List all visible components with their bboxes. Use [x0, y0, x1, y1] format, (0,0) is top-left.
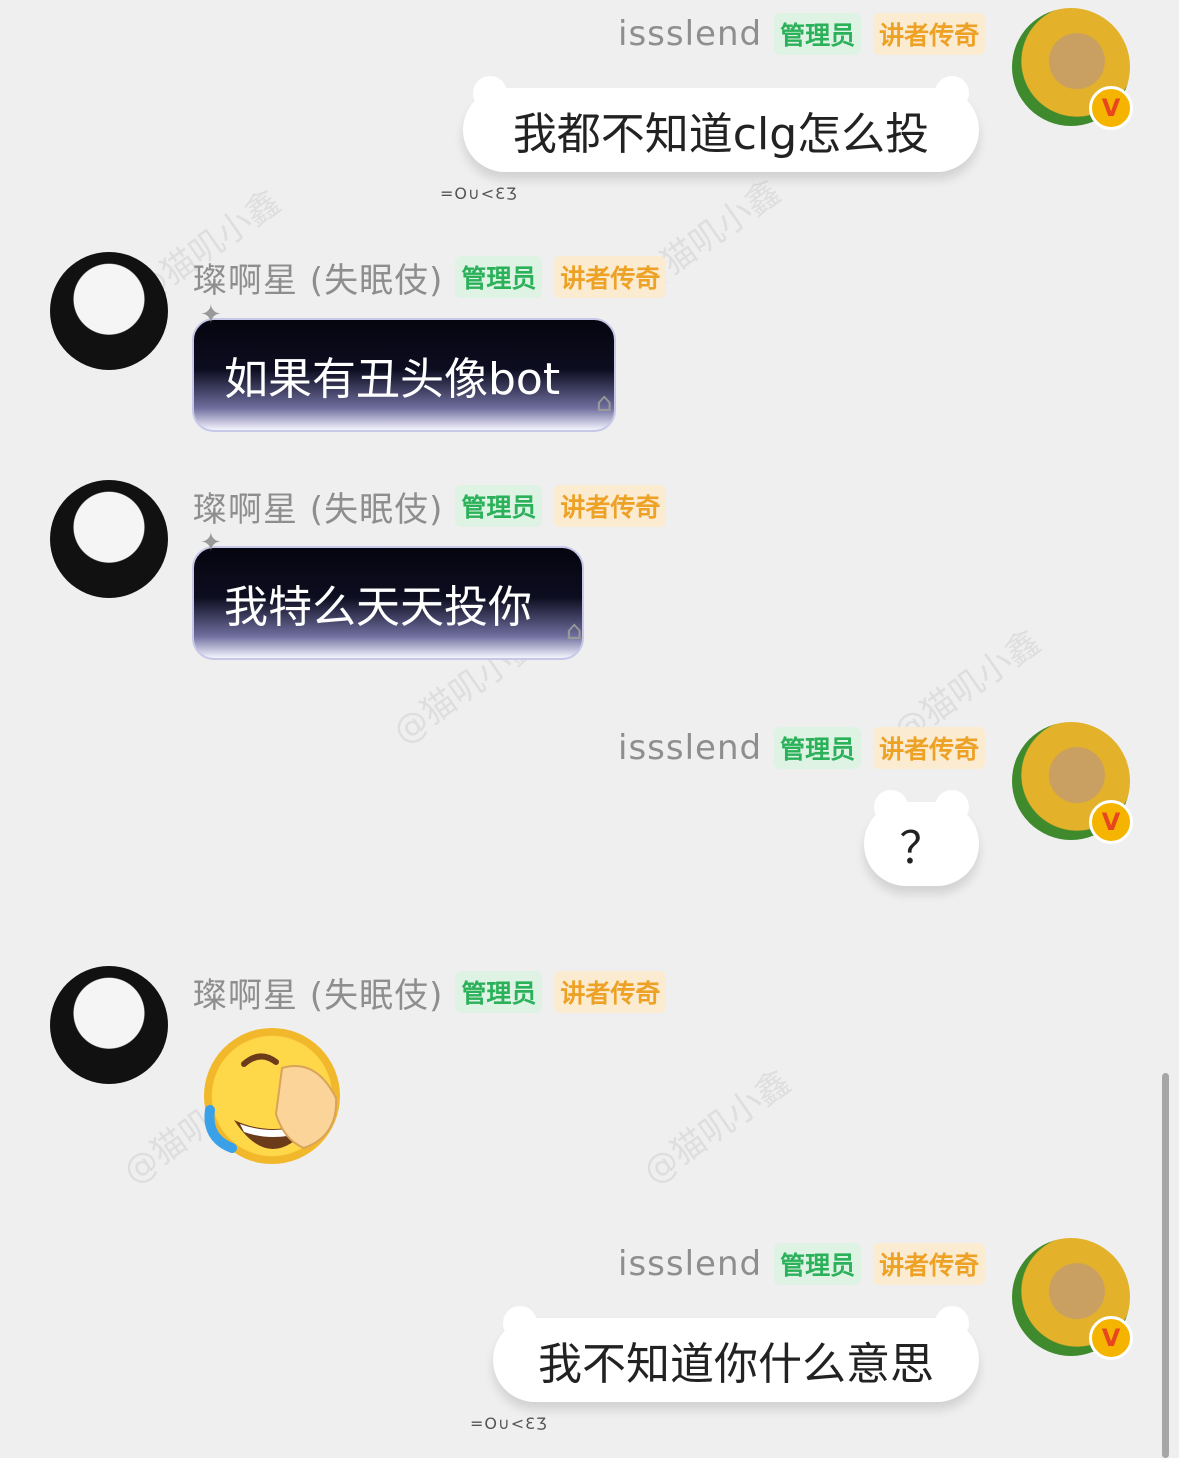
- sender-name[interactable]: issslend: [618, 1244, 762, 1284]
- birdcage-icon: ⌂: [566, 616, 583, 646]
- scrollbar[interactable]: [1162, 1073, 1169, 1458]
- legend-badge: 讲者传奇: [873, 1243, 986, 1285]
- admin-badge: 管理员: [774, 13, 862, 55]
- emoji-face-icon: [204, 1053, 338, 1153]
- message-bubble[interactable]: 我不知道你什么意思: [493, 1306, 979, 1402]
- sender-name[interactable]: 璨啊星 (失眠伎): [193, 253, 443, 302]
- watermark: @猫叽小鑫: [635, 1062, 799, 1193]
- laughing-facepalm-emoji-icon[interactable]: [204, 1028, 340, 1164]
- admin-badge: 管理员: [774, 1243, 862, 1285]
- bubble-decoration: =O∪<ƐƷ: [440, 184, 518, 203]
- avatar[interactable]: [50, 252, 168, 370]
- legend-badge: 讲者传奇: [873, 727, 986, 769]
- sender-name[interactable]: issslend: [618, 728, 762, 768]
- verified-badge-icon: V: [1089, 800, 1133, 844]
- message-bubble[interactable]: 如果有丑头像bot: [192, 318, 616, 432]
- birdcage-icon: ⌂: [596, 388, 613, 418]
- legend-badge: 讲者传奇: [554, 971, 667, 1013]
- legend-badge: 讲者传奇: [873, 13, 986, 55]
- message-bubble[interactable]: 我特么天天投你: [192, 546, 584, 660]
- message-bubble[interactable]: 我都不知道clg怎么投: [463, 76, 979, 172]
- legend-badge: 讲者传奇: [554, 256, 667, 298]
- sender-name[interactable]: 璨啊星 (失眠伎): [193, 968, 443, 1017]
- avatar[interactable]: [50, 966, 168, 1084]
- verified-badge-icon: V: [1089, 1316, 1133, 1360]
- sparkle-icon: ✦: [200, 528, 222, 558]
- sender-name[interactable]: 璨啊星 (失眠伎): [193, 482, 443, 531]
- admin-badge: 管理员: [455, 256, 543, 298]
- legend-badge: 讲者传奇: [554, 485, 667, 527]
- sparkle-icon: ✦: [200, 300, 222, 330]
- admin-badge: 管理员: [774, 727, 862, 769]
- bubble-decoration: =O∪<ƐƷ: [470, 1414, 548, 1433]
- message-bubble[interactable]: ？: [864, 790, 979, 886]
- verified-badge-icon: V: [1089, 86, 1133, 130]
- admin-badge: 管理员: [455, 485, 543, 527]
- admin-badge: 管理员: [455, 971, 543, 1013]
- avatar[interactable]: [50, 480, 168, 598]
- sender-name[interactable]: issslend: [618, 14, 762, 54]
